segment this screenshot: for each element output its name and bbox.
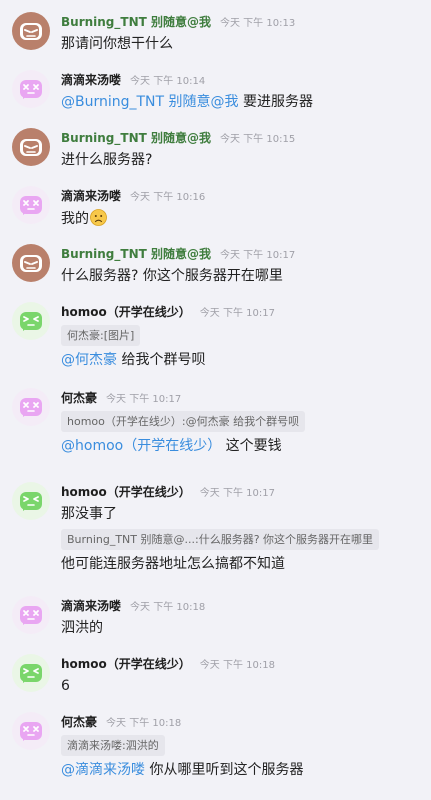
timestamp: 今天 下午 10:18	[130, 602, 206, 613]
message-text: @滴滴来汤喽 你从哪里听到这个服务器	[61, 761, 431, 780]
avatar[interactable]	[12, 654, 50, 692]
mention-link[interactable]: @何杰豪	[61, 352, 117, 368]
message-body: 这个要钱	[225, 438, 282, 454]
avatar[interactable]	[12, 482, 50, 520]
sender-name[interactable]: Burning_TNT 别随意@我	[61, 131, 211, 145]
timestamp: 今天 下午 10:18	[199, 660, 275, 671]
timestamp: 今天 下午 10:18	[106, 718, 182, 729]
sender-name[interactable]: 何杰豪	[61, 391, 97, 405]
timestamp: 今天 下午 10:17	[220, 250, 296, 261]
message-text: @homoo（开学在线少） 这个要钱	[61, 437, 431, 456]
reply-quote[interactable]: homoo（开学在线少）:@何杰豪 给我个群号呗	[61, 411, 306, 432]
mention-link[interactable]: @滴滴来汤喽	[61, 762, 145, 778]
timestamp: 今天 下午 10:13	[220, 18, 296, 29]
message-text: 我的	[61, 209, 431, 232]
sender-name[interactable]: homoo（开学在线少）	[61, 657, 191, 671]
sender-name[interactable]: 何杰豪	[61, 715, 97, 729]
avatar[interactable]	[12, 12, 50, 50]
timestamp: 今天 下午 10:17	[106, 394, 182, 405]
sender-name[interactable]: Burning_TNT 别随意@我	[61, 15, 211, 29]
message-text: 那请问你想干什么	[61, 36, 173, 52]
message-body: 我的	[61, 211, 89, 227]
dead-face-icon	[12, 388, 50, 426]
sender-name[interactable]: homoo（开学在线少）	[61, 485, 191, 499]
message-text-2: 他可能连服务器地址怎么搞都不知道	[61, 556, 285, 572]
avatar[interactable]	[12, 712, 50, 750]
timestamp: 今天 下午 10:16	[130, 192, 206, 203]
timestamp: 今天 下午 10:17	[199, 308, 275, 319]
angry-face-icon	[12, 244, 50, 282]
reply-quote[interactable]: Burning_TNT 别随意@...:什么服务器? 你这个服务器开在哪里	[61, 529, 380, 550]
angry-face-icon	[12, 128, 50, 166]
message-text: @何杰豪 给我个群号呗	[61, 351, 431, 370]
timestamp: 今天 下午 10:14	[130, 76, 206, 87]
avatar[interactable]	[12, 244, 50, 282]
avatar[interactable]	[12, 596, 50, 634]
message-body: 要进服务器	[243, 94, 313, 110]
avatar[interactable]	[12, 128, 50, 166]
mention-link[interactable]: @homoo（开学在线少）	[61, 438, 221, 454]
sender-name[interactable]: homoo（开学在线少）	[61, 305, 191, 319]
message-text: 那没事了	[61, 506, 117, 522]
message-text: 进什么服务器?	[61, 152, 153, 168]
chat-message-list[interactable]: Burning_TNT 别随意@我 今天 下午 10:13 那请问你想干什么 滴滴…	[0, 0, 431, 800]
timestamp: 今天 下午 10:15	[220, 134, 296, 145]
dead-face-icon	[12, 186, 50, 224]
reply-quote[interactable]: 何杰豪:[图片]	[61, 325, 141, 346]
avatar[interactable]	[12, 302, 50, 340]
squint-face-icon	[12, 302, 50, 340]
dead-face-icon	[12, 712, 50, 750]
sender-name[interactable]: 滴滴来汤喽	[61, 73, 121, 87]
angry-face-icon	[12, 12, 50, 50]
squint-face-icon	[12, 654, 50, 692]
avatar[interactable]	[12, 186, 50, 224]
reply-quote[interactable]: 滴滴来汤喽:泗洪的	[61, 735, 165, 756]
message-text: @Burning_TNT 别随意@我 要进服务器	[61, 93, 431, 112]
message-body: 给我个群号呗	[121, 352, 206, 368]
message-text: 什么服务器? 你这个服务器开在哪里	[61, 268, 283, 284]
avatar[interactable]	[12, 388, 50, 426]
message-body: 你从哪里听到这个服务器	[149, 762, 304, 778]
message-text: 泗洪的	[61, 620, 103, 636]
timestamp: 今天 下午 10:17	[199, 488, 275, 499]
avatar[interactable]	[12, 70, 50, 108]
message-text: 6	[61, 678, 70, 694]
squint-face-icon	[12, 482, 50, 520]
dead-face-icon	[12, 596, 50, 634]
sad-face-emoji-icon	[90, 209, 107, 232]
dead-face-icon	[12, 70, 50, 108]
mention-link[interactable]: @Burning_TNT 别随意@我	[61, 94, 239, 110]
sender-name[interactable]: 滴滴来汤喽	[61, 599, 121, 613]
sender-name[interactable]: 滴滴来汤喽	[61, 189, 121, 203]
sender-name[interactable]: Burning_TNT 别随意@我	[61, 247, 211, 261]
